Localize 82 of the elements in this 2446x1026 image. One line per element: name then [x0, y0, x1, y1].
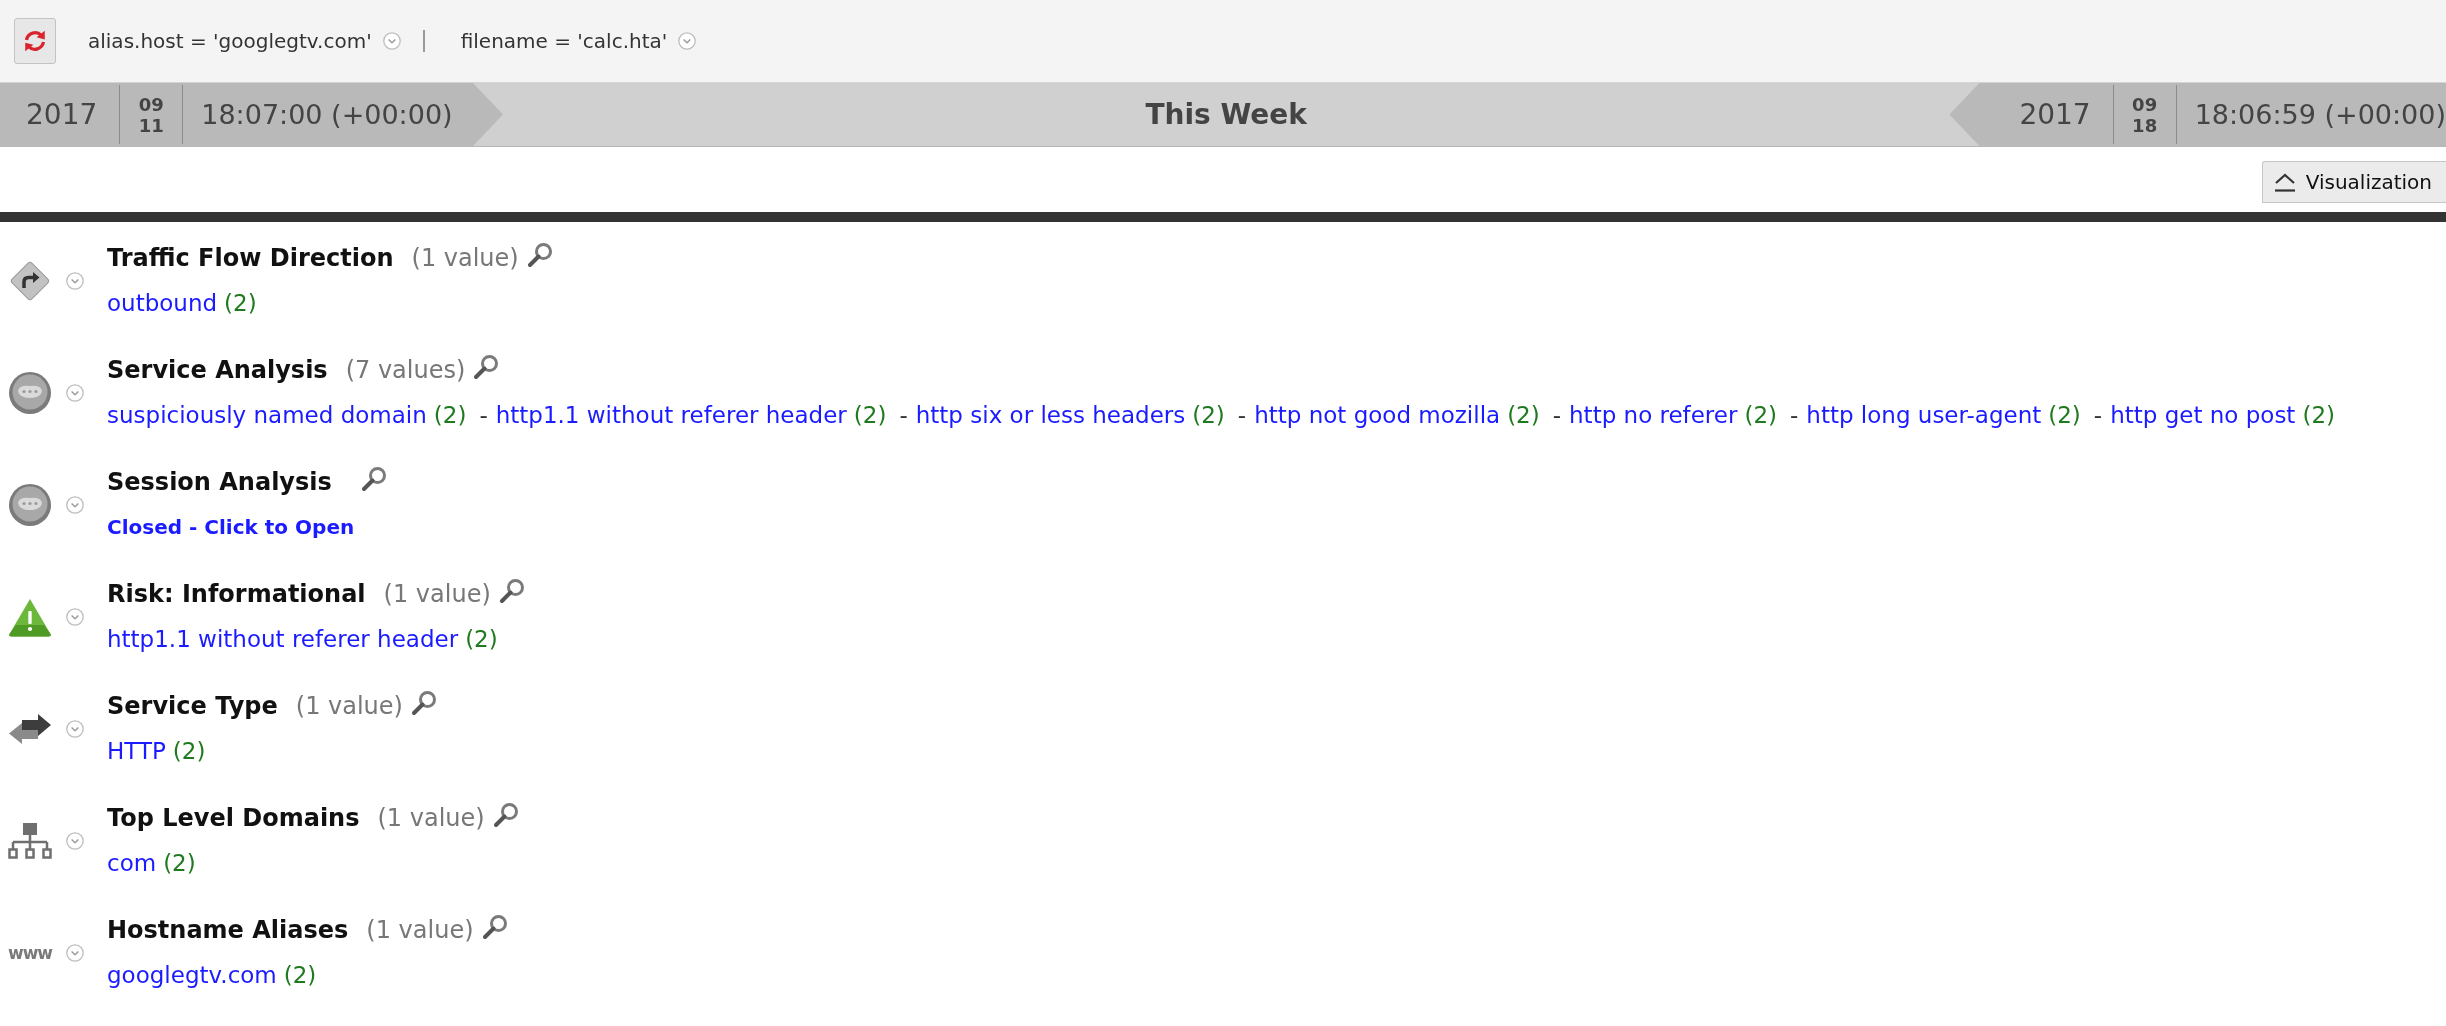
value-count: (2)	[433, 402, 467, 428]
value-link[interactable]: suspiciously named domain	[107, 402, 427, 428]
www-icon: www	[7, 943, 53, 962]
value-count: (2)	[1507, 402, 1540, 428]
value-separator: -	[479, 402, 488, 428]
section-title: Top Level Domains	[107, 804, 360, 832]
value-count: (2)	[283, 962, 317, 988]
value-link[interactable]: HTTP	[107, 738, 166, 764]
value-count: (2)	[1744, 402, 1777, 428]
value-count: (2)	[465, 626, 498, 652]
section-title: Traffic Flow Direction	[107, 244, 394, 272]
visualization-button[interactable]: Visualization	[2261, 161, 2446, 203]
value-count: (2)	[1192, 402, 1225, 428]
value-total: (1 value)	[366, 916, 474, 944]
value-count: (2)	[2302, 402, 2335, 428]
chevron-down-icon[interactable]	[66, 943, 84, 962]
month-label: 09	[138, 93, 164, 115]
value-link[interactable]: http get no post	[2110, 402, 2296, 428]
filter-label[interactable]: alias.host = 'googlegtv.com'	[88, 29, 372, 53]
open-section-link[interactable]: Closed - Click to Open	[107, 515, 355, 539]
chevron-down-icon[interactable]	[66, 831, 84, 850]
chevron-down-icon[interactable]	[66, 719, 84, 738]
search-icon[interactable]	[498, 578, 525, 604]
value-separator: -	[899, 402, 908, 428]
value-count: (2)	[224, 290, 257, 316]
value-link[interactable]: http six or less headers	[915, 402, 1186, 428]
value-link[interactable]: http1.1 without referer header	[107, 626, 459, 652]
search-icon[interactable]	[360, 466, 387, 492]
chevron-down-icon[interactable]	[66, 271, 84, 290]
search-icon[interactable]	[410, 690, 437, 716]
value-total: (7 values)	[345, 356, 466, 384]
value-separator: -	[1237, 402, 1247, 428]
section-title: Risk: Informational	[107, 580, 366, 608]
value-count: (2)	[172, 738, 206, 764]
section-title: Hostname Aliases	[107, 916, 349, 944]
start-time-marker[interactable]: 2017 09 11 18:07:00 (+00:00)	[0, 83, 503, 146]
chevron-down-icon[interactable]	[66, 495, 84, 514]
section-title: Service Analysis	[107, 356, 328, 384]
chevron-down-icon[interactable]	[66, 607, 84, 626]
search-icon[interactable]	[526, 242, 553, 268]
value-link[interactable]: googlegtv.com	[107, 962, 277, 988]
round-badge-icon	[8, 370, 52, 415]
value-link[interactable]: outbound	[107, 290, 218, 316]
value-total: (1 value)	[411, 244, 519, 272]
value-count: (2)	[2048, 402, 2081, 428]
search-icon[interactable]	[492, 802, 519, 828]
chevron-up-icon	[2272, 171, 2297, 193]
end-time-marker[interactable]: 2017 09 18 18:06:59 (+00:00)	[1949, 83, 2446, 146]
day-label: 11	[138, 114, 164, 136]
chevron-down-icon[interactable]	[66, 383, 84, 402]
search-icon[interactable]	[473, 354, 500, 380]
value-count: (2)	[853, 402, 887, 428]
time-label: 18:07:00 (+00:00)	[201, 99, 453, 130]
chevron-down-icon[interactable]	[382, 32, 401, 50]
sitemap-icon	[8, 821, 52, 860]
section-title: Service Type	[107, 692, 278, 720]
refresh-icon	[22, 28, 48, 54]
round-badge-icon	[8, 482, 52, 527]
double-arrow-icon	[8, 713, 52, 744]
value-link[interactable]: com	[107, 850, 157, 876]
value-separator: -	[1790, 402, 1799, 428]
search-icon[interactable]	[481, 914, 508, 940]
month-label: 09	[2132, 93, 2158, 115]
year-label: 2017	[2019, 98, 2091, 131]
value-link[interactable]: http not good mozilla	[1254, 402, 1501, 428]
time-label: 18:06:59 (+00:00)	[2194, 99, 2446, 130]
chevron-down-icon[interactable]	[678, 32, 697, 50]
value-separator: -	[2093, 402, 2103, 428]
year-label: 2017	[26, 98, 98, 131]
value-link[interactable]: http1.1 without referer header	[495, 402, 847, 428]
day-label: 18	[2132, 114, 2158, 136]
refresh-button[interactable]	[14, 18, 56, 64]
value-count: (2)	[163, 850, 196, 876]
value-total: (1 value)	[377, 804, 485, 832]
range-label: This Week	[1145, 98, 1307, 131]
value-separator: -	[1552, 402, 1562, 428]
section-title: Session Analysis	[107, 468, 332, 496]
value-link[interactable]: http no referer	[1569, 402, 1738, 428]
value-link[interactable]: http long user-agent	[1806, 402, 2042, 428]
value-total: (1 value)	[383, 580, 491, 608]
filter-label[interactable]: filename = 'calc.hta'	[460, 29, 668, 53]
value-total: (1 value)	[295, 692, 403, 720]
